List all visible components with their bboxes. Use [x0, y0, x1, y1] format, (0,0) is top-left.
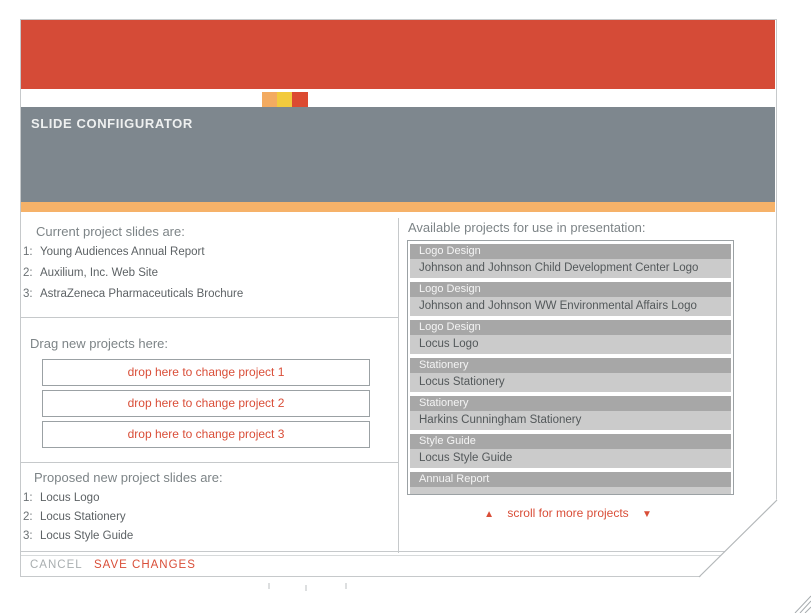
folded-corner-icon [795, 596, 811, 613]
slide-label: Auxilium, Inc. Web Site [40, 267, 158, 279]
scroll-up-icon[interactable]: ▲ [484, 509, 494, 520]
project-name: Locus Stationery [410, 373, 731, 392]
slide-number: 2: [23, 267, 40, 279]
slide-number: 3: [23, 530, 40, 542]
scroll-controls: ▲ scroll for more projects ▼ [398, 506, 738, 520]
cancel-button[interactable]: CANCEL [30, 559, 83, 571]
available-projects-heading: Available projects for use in presentati… [408, 220, 646, 235]
project-category: Logo Design [410, 244, 731, 259]
slide-label: Locus Stationery [40, 511, 126, 523]
slide-configurator-window: SLIDE CONFIIGURATOR Current project slid… [0, 0, 811, 613]
section-divider [21, 462, 398, 463]
banner [21, 20, 775, 89]
project-card[interactable]: Logo Design Johnson and Johnson WW Envir… [410, 282, 731, 316]
project-card[interactable]: Style Guide Locus Style Guide [410, 434, 731, 468]
slide-number: 2: [23, 511, 40, 523]
panel-divider [398, 218, 399, 553]
project-name: Johnson and Johnson Child Development Ce… [410, 259, 731, 278]
dropzone-project-2[interactable]: drop here to change project 2 [42, 390, 370, 417]
project-card[interactable]: Stationery Locus Stationery [410, 358, 731, 392]
slide-label: AstraZeneca Pharmaceuticals Brochure [40, 288, 243, 300]
artifact-tick [305, 585, 307, 591]
project-name: Harkins Cunningham Stationery [410, 411, 731, 430]
project-category: Stationery [410, 358, 731, 373]
slide-number: 1: [23, 246, 40, 258]
dropzone-project-1[interactable]: drop here to change project 1 [42, 359, 370, 386]
project-category: Logo Design [410, 282, 731, 297]
page-title: SLIDE CONFIIGURATOR [31, 116, 193, 131]
current-slides-heading: Current project slides are: [36, 224, 185, 239]
orange-strip [21, 202, 775, 212]
project-name: Locus Style Guide [410, 449, 731, 468]
section-divider [21, 317, 398, 318]
drag-area-heading: Drag new projects here: [30, 336, 168, 351]
project-category: Style Guide [410, 434, 731, 449]
projects-list: Logo Design Johnson and Johnson Child De… [407, 240, 734, 495]
proposed-slide-item: 1: Locus Logo [23, 492, 99, 504]
proposed-slides-heading: Proposed new project slides are: [34, 470, 223, 485]
slide-label: Locus Logo [40, 492, 99, 504]
project-name: Locus Logo [410, 335, 731, 354]
project-card[interactable]: Logo Design Locus Logo [410, 320, 731, 354]
proposed-slide-item: 2: Locus Stationery [23, 511, 126, 523]
artifact-tick [345, 583, 347, 589]
current-slide-item: 2: Auxilium, Inc. Web Site [23, 267, 158, 279]
project-card[interactable]: Logo Design Johnson and Johnson Child De… [410, 244, 731, 278]
artifact-tick [268, 583, 270, 589]
proposed-slide-item: 3: Locus Style Guide [23, 530, 133, 542]
accent-square-orange [262, 92, 277, 107]
project-card[interactable]: Stationery Harkins Cunningham Stationery [410, 396, 731, 430]
project-name: Johnson and Johnson WW Environmental Aff… [410, 297, 731, 316]
slide-label: Locus Style Guide [40, 530, 133, 542]
footer-divider-inner [21, 555, 776, 556]
accent-square-yellow [277, 92, 292, 107]
current-slide-item: 3: AstraZeneca Pharmaceuticals Brochure [23, 288, 243, 300]
project-category: Annual Report [410, 472, 731, 487]
scroll-down-icon[interactable]: ▼ [642, 509, 652, 520]
save-changes-button[interactable]: SAVE CHANGES [94, 559, 196, 571]
project-card[interactable]: Annual Report [410, 472, 731, 495]
project-category: Stationery [410, 396, 731, 411]
dropzone-project-3[interactable]: drop here to change project 3 [42, 421, 370, 448]
slide-number: 3: [23, 288, 40, 300]
slide-label: Young Audiences Annual Report [40, 246, 205, 258]
project-category: Logo Design [410, 320, 731, 335]
current-slide-item: 1: Young Audiences Annual Report [23, 246, 205, 258]
project-name [410, 487, 731, 495]
footer-divider [21, 551, 776, 552]
slide-number: 1: [23, 492, 40, 504]
scroll-label: scroll for more projects [507, 506, 628, 520]
